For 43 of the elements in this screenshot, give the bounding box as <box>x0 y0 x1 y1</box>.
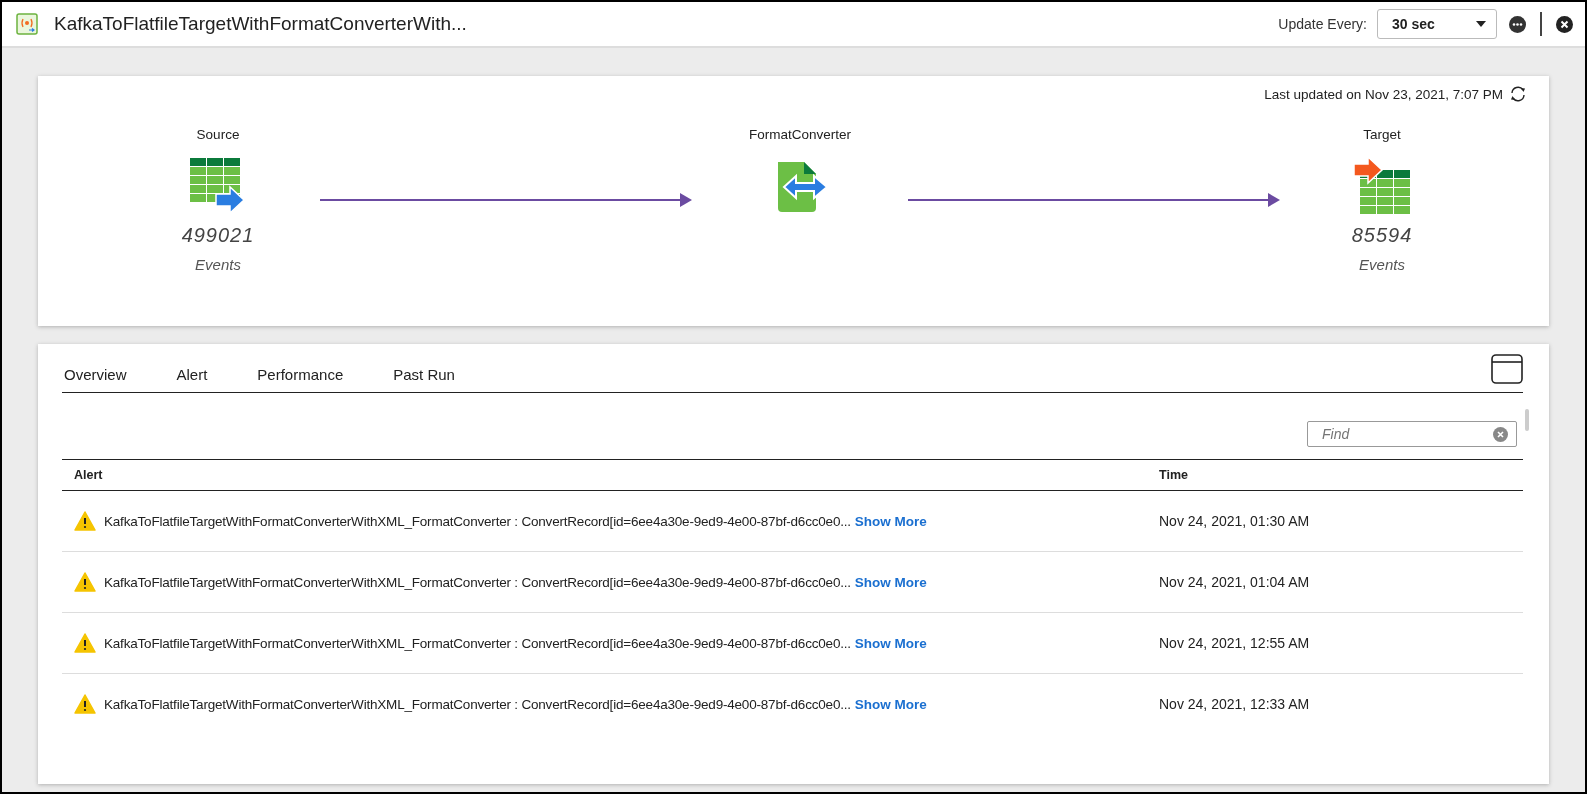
show-more-link[interactable]: Show More <box>854 696 927 712</box>
app-icon <box>16 13 38 35</box>
alert-message: KafkaToFlatfileTargetWithFormatConverterWithXML_FormatConverter : ConvertRecord[id=6ee4a30e-9ed9-4e00-87bf-d6cc0e0... <box>104 635 851 651</box>
alert-time: Nov 24, 2021, 12:33 AM <box>1158 696 1310 712</box>
event-count: 85594 <box>1351 224 1413 247</box>
alert-time: Nov 24, 2021, 01:04 AM <box>1158 574 1310 590</box>
caret-icon <box>1476 21 1486 27</box>
event-count: 499021 <box>181 224 255 247</box>
warning-icon <box>74 572 96 592</box>
update-label: Update Every: <box>1278 16 1367 32</box>
show-more-link[interactable]: Show More <box>854 574 927 590</box>
alert-time: Nov 24, 2021, 12:55 AM <box>1158 635 1310 651</box>
tab[interactable]: Overview <box>62 355 129 383</box>
scrollbar-thumb[interactable] <box>1525 409 1529 431</box>
column-header: Time <box>1158 468 1188 482</box>
window-icon[interactable] <box>1491 354 1523 384</box>
table-import-icon[interactable] <box>1352 156 1412 216</box>
tab[interactable]: Alert <box>174 355 210 383</box>
warning-icon <box>74 633 96 653</box>
event-unit: Events <box>1359 256 1405 273</box>
show-more-link[interactable]: Show More <box>854 635 927 651</box>
alert-time: Nov 24, 2021, 01:30 AM <box>1158 513 1310 529</box>
warning-icon <box>74 511 96 531</box>
more-icon[interactable] <box>1509 15 1526 33</box>
show-more-link[interactable]: Show More <box>854 513 927 529</box>
window-title: KafkaToFlatfileTargetWithFormatConverterWith... <box>54 13 467 35</box>
node-label: Target <box>1363 127 1401 142</box>
clear-icon[interactable] <box>1493 426 1508 442</box>
tab[interactable]: Performance <box>255 355 346 383</box>
tab[interactable]: Past Run <box>391 355 457 383</box>
alert-message: KafkaToFlatfileTargetWithFormatConverterWithXML_FormatConverter : ConvertRecord[id=6ee4a30e-9ed9-4e00-87bf-d6cc0e0... <box>104 696 851 712</box>
warning-icon <box>74 694 96 714</box>
node-label: Source <box>196 127 240 142</box>
last-updated-text: Last updated on Nov 23, 2021, 7:07 PM <box>1264 86 1503 102</box>
alert-message: KafkaToFlatfileTargetWithFormatConverterWithXML_FormatConverter : ConvertRecord[id=6ee4a30e-9ed9-4e00-87bf-d6cc0e0... <box>104 574 851 590</box>
node-label: FormatConverter <box>749 127 851 142</box>
search-field[interactable]: Find <box>1307 421 1517 447</box>
column-header: Alert <box>73 468 104 482</box>
alert-message: KafkaToFlatfileTargetWithFormatConverterWithXML_FormatConverter : ConvertRecord[id=6ee4a30e-9ed9-4e00-87bf-d6cc0e0... <box>104 513 851 529</box>
refresh-icon[interactable] <box>1509 85 1527 103</box>
close-icon[interactable] <box>1556 15 1573 33</box>
event-unit: Events <box>195 256 241 273</box>
interval-dropdown[interactable]: 30 sec <box>1377 9 1497 39</box>
